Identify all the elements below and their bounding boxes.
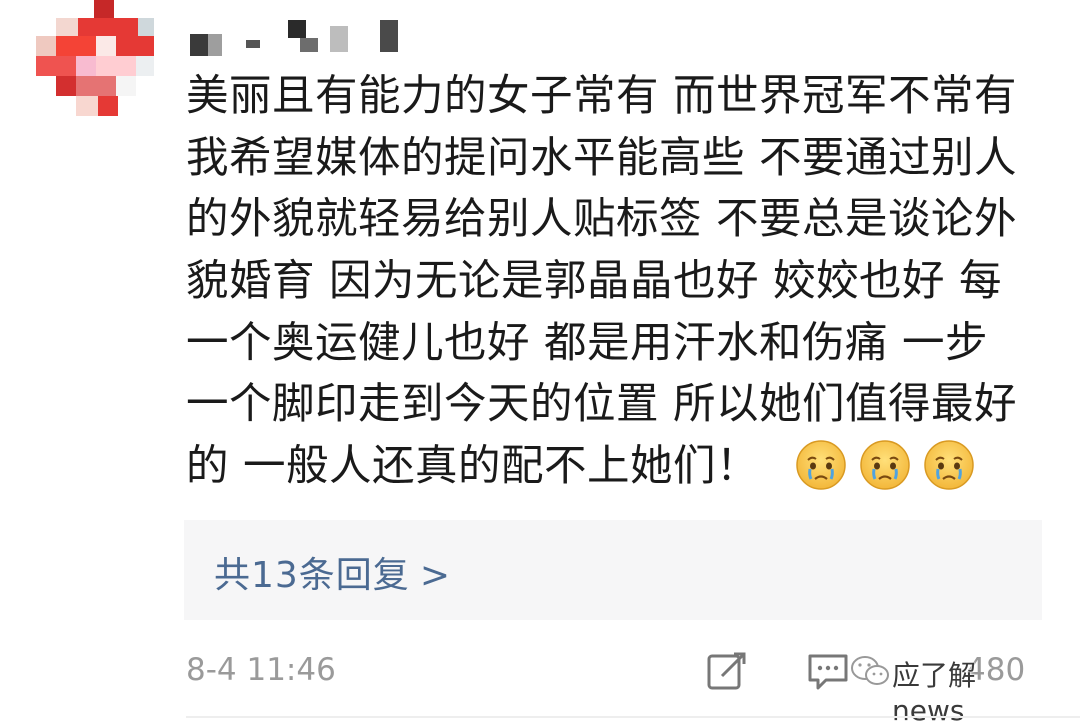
avatar-pixel [136, 56, 154, 76]
view-replies-link[interactable]: 共13条回复 > [214, 546, 451, 598]
avatar-pixel [76, 76, 116, 96]
comment-footer: 8-4 11:46 480 应了解news [186, 648, 1046, 727]
timestamp: 8-4 11:46 [186, 652, 336, 688]
avatar-pixel [116, 76, 136, 96]
avatar-pixel [98, 96, 118, 116]
comment-text: 美丽且有能力的女子常有 而世界冠军不常有 我希望媒体的提问水平能高些 不要通过别… [186, 66, 1046, 498]
avatar-pixel [96, 56, 136, 76]
divider [186, 716, 1080, 718]
username-pixel [246, 40, 260, 48]
comment-line: 美丽且有能力的女子常有 而世界冠军不常有 [186, 72, 1018, 121]
comment-line: 一个奥运健儿也好 都是用汗水和伤痛 一步 [186, 318, 989, 368]
comment-icon[interactable] [806, 650, 850, 692]
avatar-pixel [36, 36, 56, 56]
repost-icon[interactable] [706, 650, 748, 692]
comment-line-last: 的 一般人还真的配不上她们！ [186, 436, 1046, 498]
avatar-pixel [56, 18, 78, 36]
avatar-pixel [76, 96, 98, 116]
crying-face-emoji [796, 439, 846, 490]
comment-line: 一个脚印走到今天的位置 所以她们值得最好 [186, 380, 1018, 430]
comment-line: 的 一般人还真的配不上她们！ [186, 442, 760, 492]
username-pixel [380, 20, 398, 52]
avatar-pixel [76, 56, 96, 76]
avatar-pixel [36, 56, 76, 76]
comment-line: 貌婚育 因为无论是郭晶晶也好 姣姣也好 每 [186, 257, 1003, 307]
avatar-pixel [116, 36, 154, 56]
view-replies-label: 共13条回复 [214, 555, 410, 596]
replies-panel: 共13条回复 > [184, 520, 1042, 620]
avatar[interactable] [36, 0, 156, 118]
avatar-pixel [56, 76, 76, 96]
avatar-pixel [94, 0, 114, 18]
username-pixel [288, 20, 306, 38]
crying-face-emoji [924, 439, 974, 490]
avatar-pixel [96, 36, 116, 56]
avatar-pixel [56, 36, 96, 56]
username[interactable] [190, 20, 420, 56]
username-pixel [330, 26, 348, 52]
chevron-right-icon: > [419, 555, 451, 596]
username-pixel [190, 34, 208, 56]
crying-face-emoji [860, 439, 910, 490]
username-pixel [300, 38, 318, 52]
avatar-pixel [138, 18, 154, 36]
comment-line: 的外貌就轻易给别人贴标签 不要总是谈论外 [186, 195, 1018, 245]
username-pixel [208, 34, 222, 56]
wechat-icon [851, 656, 889, 685]
avatar-pixel [78, 18, 138, 36]
comment-line: 我希望媒体的提问水平能高些 不要通过别人 [186, 133, 1018, 183]
